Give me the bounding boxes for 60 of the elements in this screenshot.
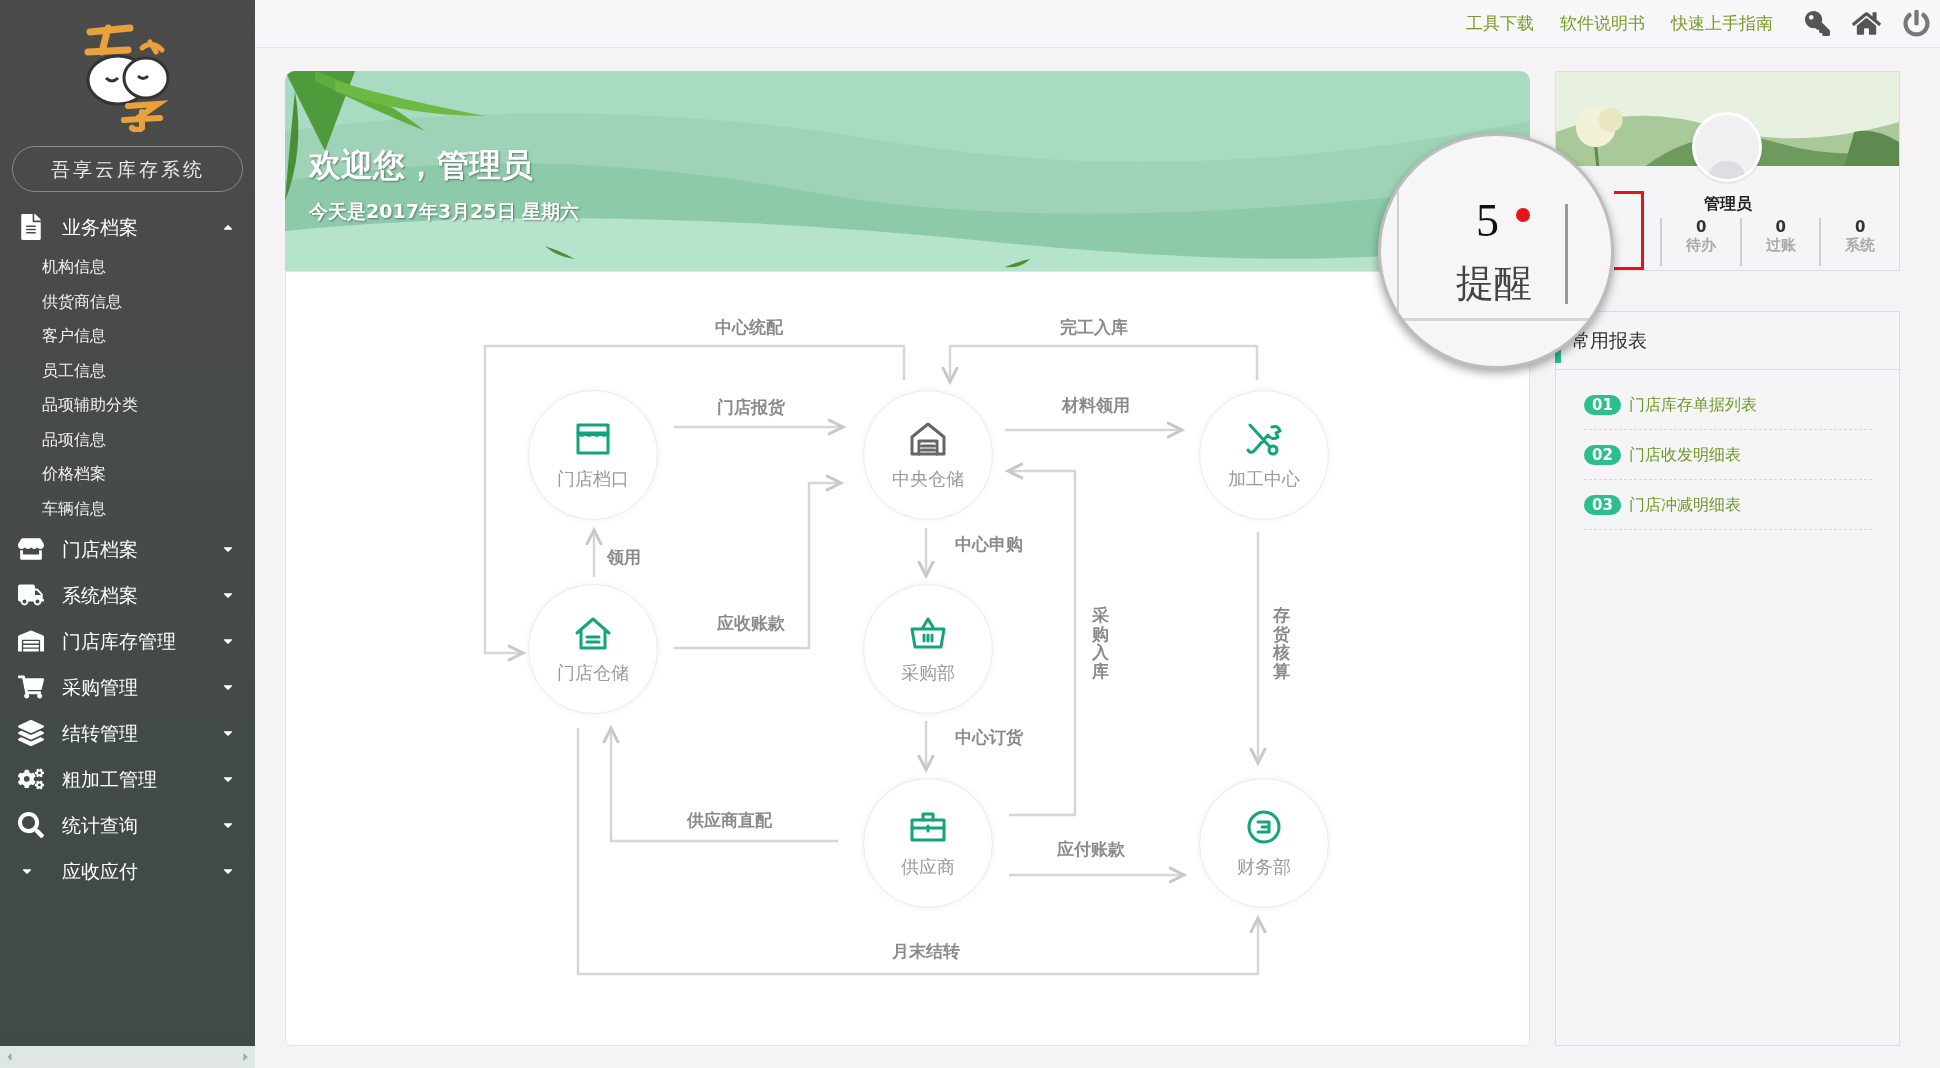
- welcome-title: 欢迎您，管理员: [309, 145, 534, 186]
- flow-label: 采购入库: [1091, 605, 1109, 681]
- menu-item[interactable]: 结转管理: [0, 710, 255, 756]
- truck-icon: [18, 582, 44, 608]
- flow-label: 供应商直配: [686, 809, 772, 833]
- storefront-icon: [18, 536, 44, 562]
- menu-item[interactable]: 采购管理: [0, 664, 255, 710]
- power-icon[interactable]: [1903, 10, 1930, 37]
- cart-icon: [18, 674, 44, 700]
- node-label: 中央仓储: [892, 466, 964, 491]
- submenu-item[interactable]: 车辆信息: [0, 491, 255, 526]
- menu-item[interactable]: 门店档案: [0, 526, 255, 572]
- number-badge: 01: [1584, 394, 1621, 415]
- flow-label: 存货核算: [1272, 605, 1290, 681]
- menu-item[interactable]: 应收应付: [0, 848, 255, 894]
- node-label: 采购部: [901, 660, 955, 685]
- flow-label: 应付账款: [1057, 838, 1125, 862]
- reminder-count: 5: [1476, 198, 1499, 244]
- layers-icon: [18, 720, 44, 746]
- flow-label: 材料领用: [1062, 394, 1130, 418]
- menu-item[interactable]: 系统档案: [0, 572, 255, 618]
- flow-label: 月末结转: [892, 940, 960, 964]
- home-icon[interactable]: [1852, 9, 1881, 38]
- date-text: 今天是2017年3月25日 星期六: [309, 199, 580, 224]
- node-label: 门店档口: [557, 466, 629, 491]
- node-label: 财务部: [1237, 854, 1291, 879]
- flow-arrow: [917, 528, 935, 578]
- flow-label: 中心统配: [715, 316, 783, 340]
- gears-icon: [18, 766, 44, 792]
- menu-item[interactable]: 门店库存管理: [0, 618, 255, 664]
- menu-item[interactable]: 统计查询: [0, 802, 255, 848]
- reminder-label: 提醒: [1456, 264, 1532, 302]
- stat-item[interactable]: 0 过账: [1742, 218, 1820, 266]
- node-label: 加工中心: [1228, 466, 1300, 491]
- flow-label: 门店报货: [717, 396, 785, 420]
- search-icon: [18, 812, 44, 838]
- submenu-item[interactable]: 供货商信息: [0, 284, 255, 319]
- warehouse-icon: [18, 628, 44, 654]
- document-icon: [18, 214, 44, 240]
- flow-label: 完工入库: [1060, 316, 1128, 340]
- submenu-item[interactable]: 客户信息: [0, 319, 255, 354]
- submenu-item[interactable]: 机构信息: [0, 250, 255, 285]
- submenu-item[interactable]: 价格档案: [0, 457, 255, 492]
- submenu-item[interactable]: 员工信息: [0, 353, 255, 388]
- flow-label: 领用: [607, 546, 641, 570]
- submenu-item[interactable]: 品项信息: [0, 422, 255, 457]
- stat-item[interactable]: 0 待办: [1662, 218, 1740, 266]
- key-icon[interactable]: [1805, 11, 1830, 36]
- number-badge: 03: [1584, 494, 1621, 515]
- submenu-item[interactable]: 品项辅助分类: [0, 388, 255, 423]
- flow-label: 中心申购: [955, 533, 1023, 557]
- node-label: 供应商: [901, 854, 955, 879]
- node-label: 门店仓储: [557, 660, 629, 685]
- flow-label: 中心订货: [955, 726, 1023, 750]
- menu-item[interactable]: 业务档案: [0, 204, 255, 250]
- number-badge: 02: [1584, 444, 1621, 465]
- menu-item[interactable]: 粗加工管理: [0, 756, 255, 802]
- stat-item[interactable]: 0 系统: [1821, 218, 1899, 266]
- user-name: 管理员: [1702, 193, 1753, 215]
- flow-label: 应收账款: [717, 612, 785, 636]
